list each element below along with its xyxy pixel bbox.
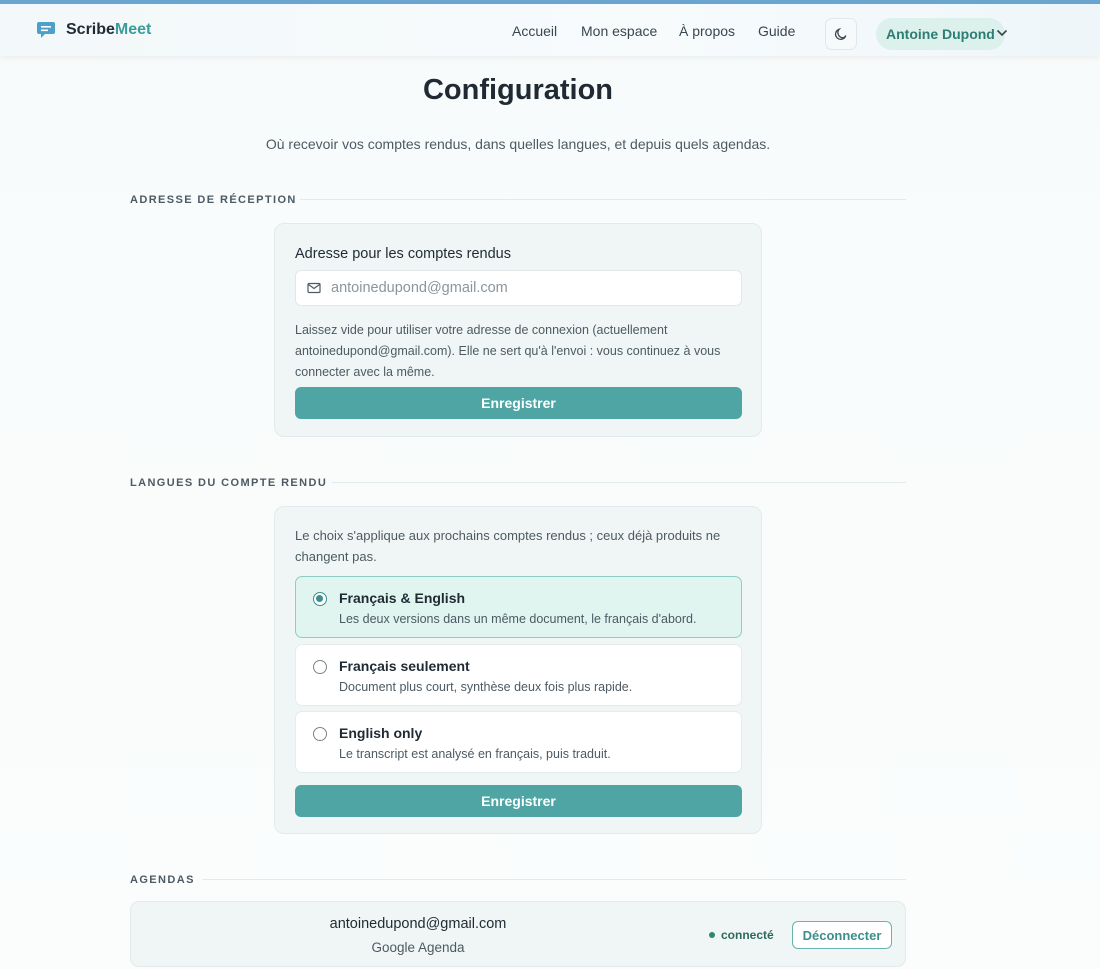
nav-link-mon-espace[interactable]: Mon espace	[581, 23, 657, 39]
nav-link-accueil[interactable]: Accueil	[512, 23, 557, 39]
option-description: Les deux versions dans un même document,…	[339, 612, 697, 626]
user-menu-button[interactable]: Antoine Dupond	[876, 18, 1005, 50]
agenda-item: antoinedupond@gmail.com Google Agenda co…	[130, 901, 906, 967]
option-description: Le transcript est analysé en français, p…	[339, 747, 611, 761]
radio-unselected[interactable]	[313, 727, 327, 741]
reception-card: Adresse pour les comptes rendus Laissez …	[274, 223, 762, 437]
brand-name: ScribeMeet	[66, 21, 152, 38]
chevron-down-icon[interactable]	[995, 26, 1009, 40]
chat-bubble-icon	[37, 22, 55, 38]
section-title-agendas: AGENDAS	[130, 874, 195, 886]
option-title: Français seulement	[339, 658, 470, 674]
section-divider	[300, 199, 906, 200]
section-title-languages: LANGUES DU COMPTE RENDU	[130, 477, 328, 489]
status-dot-icon	[709, 932, 715, 938]
language-option-fr[interactable]: Français seulement Document plus court, …	[295, 644, 742, 706]
agenda-email: antoinedupond@gmail.com	[329, 916, 507, 932]
email-help-text: Laissez vide pour utiliser votre adresse…	[295, 323, 721, 379]
save-email-button[interactable]: Enregistrer	[295, 387, 742, 419]
theme-toggle-button[interactable]	[825, 18, 857, 50]
page-title: Configuration	[422, 74, 614, 106]
top-navigation-bar: ScribeMeet Accueil Mon espace À propos G…	[0, 0, 1100, 56]
section-title-reception: ADRESSE DE RÉCEPTION	[130, 194, 297, 206]
moon-icon	[834, 27, 847, 40]
email-field-label: Adresse pour les comptes rendus	[295, 246, 511, 262]
section-divider	[332, 482, 906, 483]
status-badge: connecté	[709, 928, 774, 942]
agenda-provider: Google Agenda	[371, 940, 465, 955]
logo[interactable]: ScribeMeet	[36, 20, 151, 40]
nav-link-a-propos[interactable]: À propos	[679, 23, 735, 39]
languages-card: Le choix s'applique aux prochains compte…	[274, 506, 762, 834]
section-divider	[202, 879, 906, 880]
option-title: Français & English	[339, 590, 466, 606]
language-option-en[interactable]: English only Le transcript est analysé e…	[295, 711, 742, 773]
radio-selected[interactable]	[313, 592, 327, 606]
save-languages-button[interactable]: Enregistrer	[295, 785, 742, 817]
disconnect-button[interactable]: Déconnecter	[792, 921, 892, 949]
option-description: Document plus court, synthèse deux fois …	[339, 680, 633, 694]
language-option-fr-en[interactable]: Français & English Les deux versions dan…	[295, 576, 742, 638]
email-field-wrapper	[295, 270, 742, 306]
mail-icon	[307, 282, 321, 294]
email-field[interactable]	[331, 271, 731, 305]
radio-unselected[interactable]	[313, 660, 327, 674]
option-title: English only	[339, 725, 423, 741]
languages-intro-text: Le choix s'applique aux prochains compte…	[295, 528, 721, 564]
page-subtitle: Où recevoir vos comptes rendus, dans que…	[265, 136, 771, 152]
nav-link-guide[interactable]: Guide	[758, 23, 795, 39]
